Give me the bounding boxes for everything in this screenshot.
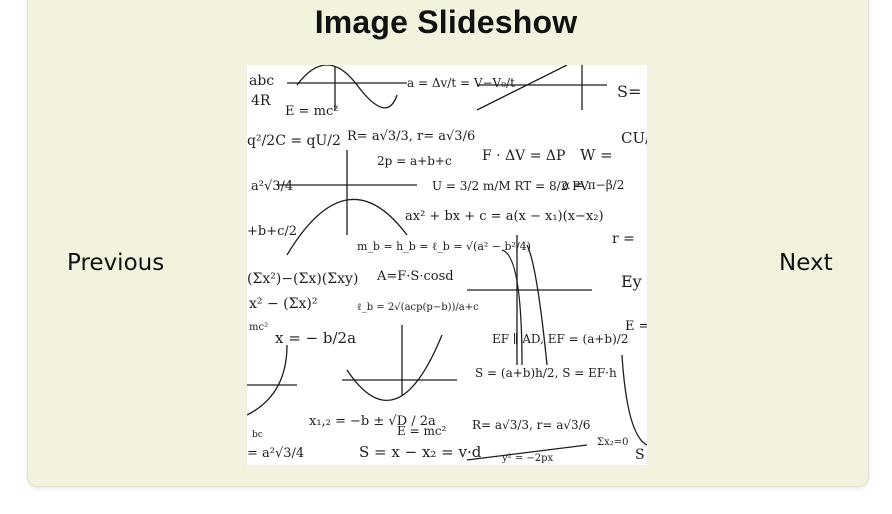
formula-33: mc²: [249, 322, 268, 333]
formula-3: a = Δv/t = V−V₀/t: [407, 76, 515, 90]
formula-36: S: [635, 447, 645, 463]
formula-35: Ey: [621, 272, 642, 291]
math-formulas-image: abc 4R E = mc² a = Δv/t = V−V₀/t S= q²/2…: [247, 65, 647, 464]
formula-20: x² − (Σx)²: [249, 296, 317, 312]
formula-16: m_b = h_b = ℓ_b = √(a² − b²/4): [357, 240, 531, 253]
formula-18: (Σx²)−(Σx)(Σxy): [247, 271, 358, 287]
formula-17: r =: [612, 231, 635, 247]
formula-30: S = x − x₂ = v·d: [359, 443, 482, 461]
formula-7: 2p = a+b+c: [377, 154, 452, 168]
formula-34: bc: [252, 430, 263, 440]
formula-4: S=: [617, 82, 641, 101]
formula-2: E = mc²: [285, 104, 338, 119]
formula-1: 4R: [251, 93, 271, 109]
next-button[interactable]: Next: [779, 250, 833, 276]
formula-6: R= a√3/3, r= a√3/6: [347, 129, 475, 144]
slide-image: abc 4R E = mc² a = Δv/t = V−V₀/t S= q²/2…: [247, 65, 647, 465]
formula-10: CU/2: [621, 129, 647, 147]
formula-5: q²/2C = qU/2: [247, 133, 341, 149]
formula-28: R= a√3/3, r= a√3/6: [472, 418, 590, 432]
formula-24: EF ∥ AD, EF = (a+b)/2: [492, 332, 628, 346]
formula-19: A=F·S·cosd: [376, 269, 454, 284]
previous-button[interactable]: Previous: [67, 250, 164, 276]
formula-13: α = π−β/2: [562, 178, 624, 192]
formula-11: a²√3/4: [251, 179, 293, 194]
formula-29: = a²√3/4: [247, 446, 304, 461]
formula-8: F · ΔV = ΔP: [482, 148, 565, 164]
formula-32: Σx₂=0: [597, 437, 628, 448]
formula-0: abc: [249, 73, 274, 89]
formula-9: W =: [580, 146, 613, 164]
formula-27: E = mc²: [397, 424, 447, 438]
formula-23: x = − b/2a: [275, 329, 356, 347]
formula-15: +b+c/2: [247, 224, 297, 239]
formula-25: S = (a+b)h/2, S = EF·h: [475, 366, 617, 380]
page-title: Image Slideshow: [314, 4, 578, 40]
formula-31: y² = −2px: [501, 453, 554, 464]
formula-14: ax² + bx + c = a(x − x₁)(x−x₂): [405, 209, 604, 224]
formula-21: ℓ_b = 2√(acp(p−b))/a+c: [357, 302, 479, 313]
